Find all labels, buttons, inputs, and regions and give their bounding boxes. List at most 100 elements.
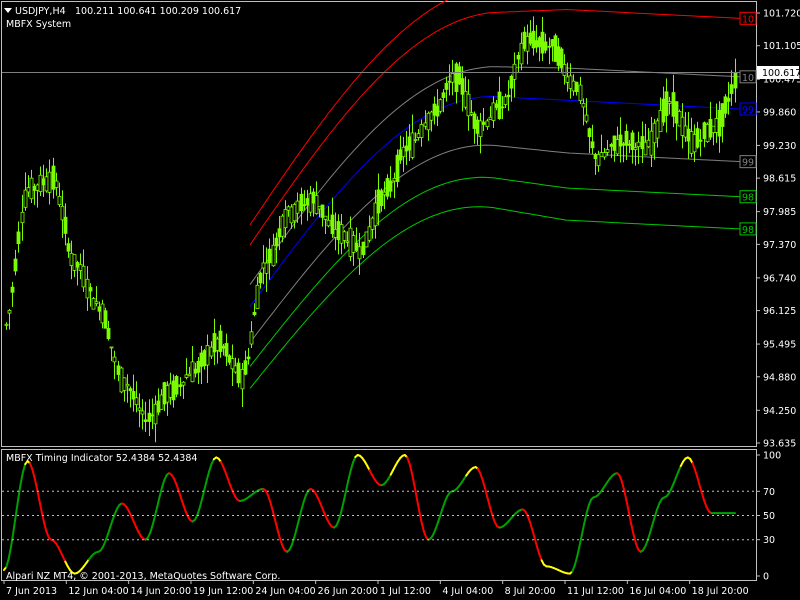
candle-body [398,149,403,161]
candle-body [605,149,610,153]
candle-body [13,258,18,272]
candle-body [447,80,452,83]
candle-body [227,355,232,363]
candle-body [131,391,136,400]
candle-body [26,187,31,193]
candle-body [702,122,707,139]
price-tick-label: 101.105 [763,41,800,52]
candle-body [230,358,235,370]
candle-body [336,221,341,241]
candle-body [454,63,459,92]
candle-body [60,205,65,221]
candle-body [212,333,217,353]
time-tick-label: 8 Jul 20:00 [505,586,556,597]
candle-body [407,136,412,151]
candle-body [419,124,424,138]
candle-body [364,231,369,248]
candle-body [413,139,418,141]
candle-body [63,216,68,234]
candle-body [705,124,710,143]
candle-body [367,226,372,241]
osc-tick-label: 50 [763,511,775,522]
candle-body [69,252,74,266]
candle-body [627,143,632,146]
candle-body [618,134,623,147]
candle-body [143,419,148,422]
candle-body [574,81,579,92]
candle-body [181,381,186,386]
time-tick-label: 11 Jul 12:00 [567,586,624,597]
time-tick-label: 18 Jul 20:00 [692,586,749,597]
candle-body [581,103,586,108]
candle-body [41,178,46,186]
candle-body [429,111,434,121]
candle-body [339,224,344,244]
candle-body [714,118,719,133]
candle-body [587,128,592,138]
time-tick-label: 12 Jun 04:00 [68,586,128,597]
candle-body [54,180,59,188]
candle-body [717,109,722,137]
candle-body [351,235,356,253]
candle-body [636,141,641,148]
candle-body [128,388,133,392]
candle-body [401,146,406,158]
candle-body [565,76,570,83]
candle-body [97,306,102,312]
candle-body [621,143,626,146]
candle-body [392,177,397,182]
candle-body [723,96,728,114]
time-tick-label: 26 Jun 20:00 [318,586,378,597]
candle-body [450,73,455,83]
candle-body [10,286,15,293]
candle-body [240,368,245,390]
price-tick-label: 95.495 [763,340,796,351]
copyright-text: Alpari NZ MT4, © 2001-2013, MetaQuotes S… [6,571,280,582]
candle-body [708,118,713,138]
candle-body [311,191,316,204]
price-tick-label: 99.230 [763,141,796,152]
candle-body [16,231,21,245]
candle-body [147,412,152,422]
candle-body [497,91,502,119]
candle-body [137,407,142,411]
candle-body [469,112,474,115]
candle-body [540,31,545,54]
candle-body [323,215,328,220]
candle-body [174,376,179,395]
candle-body [506,94,511,97]
candle-body [286,206,291,211]
candle-body [299,193,304,212]
candle-body [410,132,415,158]
candle-body [91,298,96,310]
candle-body [612,135,617,151]
candle-body [692,134,697,153]
candle-body [277,228,282,238]
candle-body [252,311,257,316]
price-tick-label: 97.985 [763,207,796,218]
candle-body [233,365,238,373]
band-tag-label: 98 [742,225,754,236]
candle-body [711,125,716,134]
candle-body [649,130,654,156]
candle-body [171,380,176,401]
candle-body [528,32,533,44]
candle-body [562,64,567,76]
candle-body [44,176,49,192]
candle-body [491,102,496,121]
candle-body [441,92,446,98]
mt4-chart[interactable]: 101.720101.105100.47599.86099.23098.6159… [0,0,800,600]
candle-body [202,350,207,367]
candle-body [109,346,114,349]
candle-body [543,41,548,51]
candle-body [224,343,229,357]
candle-body [698,139,703,142]
candle-body [261,262,266,269]
candle-body [47,171,52,193]
time-tick-label: 24 Jun 04:00 [255,586,315,597]
candle-body [720,103,725,127]
candle-body [345,240,350,243]
price-tick-label: 97.370 [763,240,796,251]
candle-body [178,384,183,388]
candle-body [671,92,676,117]
